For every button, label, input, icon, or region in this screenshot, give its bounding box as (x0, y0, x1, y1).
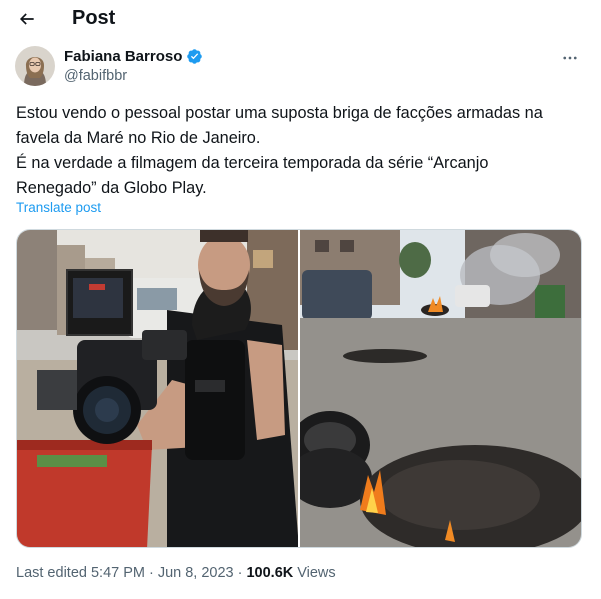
author-name[interactable]: Fabiana Barroso (64, 48, 182, 65)
author-name-row: Fabiana Barroso (64, 48, 203, 65)
post-author: Fabiana Barroso @fabifbbr (15, 46, 585, 90)
post-text-line: É na verdade a filmagem da terceira temp… (16, 154, 489, 172)
media-grid (16, 229, 582, 548)
translate-post-link[interactable]: Translate post (16, 200, 101, 215)
post-text-line: Estou vendo o pessoal postar uma suposta… (16, 104, 543, 122)
post-text-line: favela da Maré no Rio de Janeiro. (16, 129, 261, 147)
views-label: Views (297, 565, 336, 581)
page-title: Post (72, 7, 116, 29)
arrow-left-icon (19, 13, 34, 25)
more-horizontal-icon (563, 56, 577, 60)
verified-badge-icon (187, 49, 203, 64)
top-bar: Post (0, 0, 601, 38)
meta-separator: · (148, 565, 154, 581)
post-date[interactable]: Jun 8, 2023 (158, 565, 234, 581)
photo-cameraman[interactable] (17, 230, 298, 547)
meta-separator: · (237, 565, 243, 581)
avatar[interactable] (15, 46, 55, 86)
photo-burning-tire-street[interactable] (300, 230, 581, 547)
author-handle[interactable]: @fabifbbr (64, 68, 127, 84)
post-text-line: Renegado” da Globo Play. (16, 179, 207, 197)
post-meta: Last edited 5:47 PM · Jun 8, 2023 · 100.… (16, 565, 336, 581)
edited-timestamp[interactable]: Last edited 5:47 PM (16, 565, 145, 581)
views-count: 100.6K (246, 565, 294, 581)
more-options-button[interactable] (557, 46, 583, 70)
post-text: Estou vendo o pessoal postar uma suposta… (16, 101, 586, 201)
back-button[interactable] (12, 4, 42, 34)
